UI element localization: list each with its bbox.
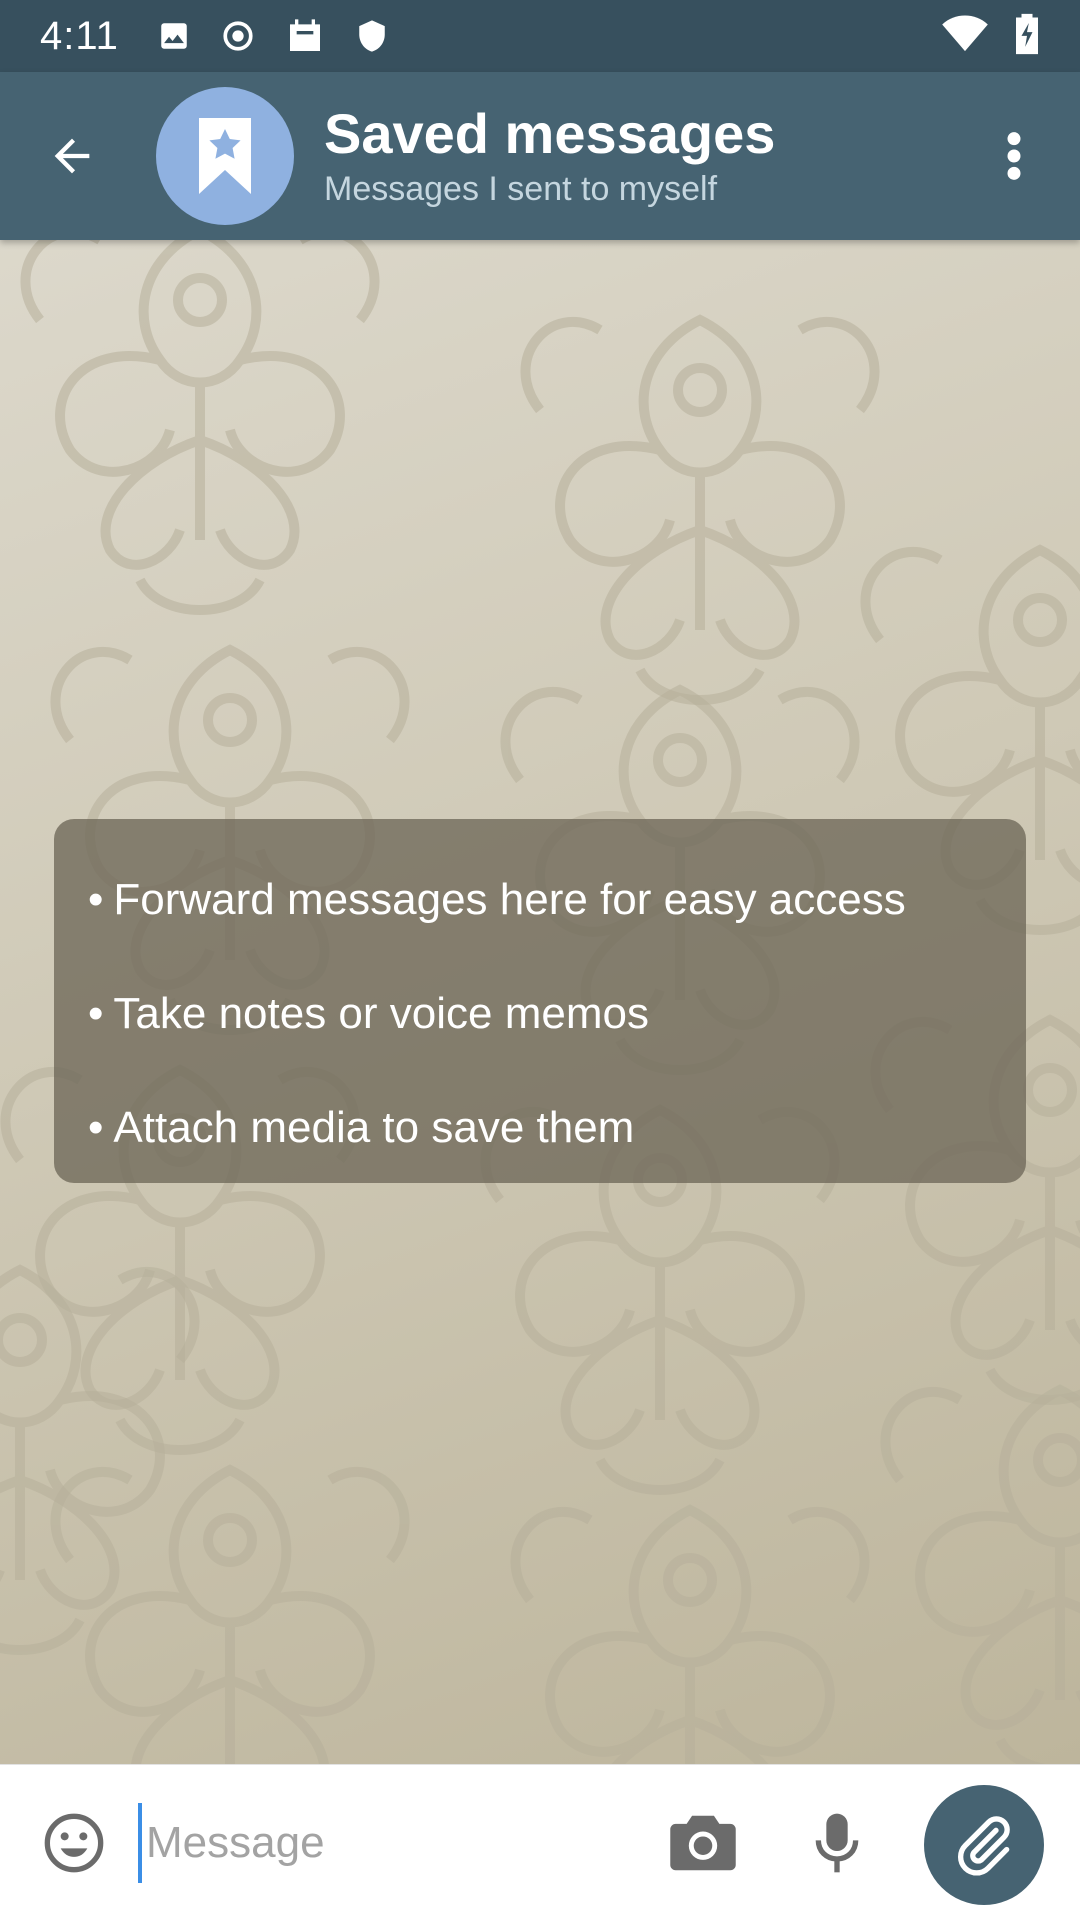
shield-icon: [355, 19, 389, 53]
emoji-button[interactable]: [40, 1809, 108, 1877]
more-options-button[interactable]: [984, 108, 1044, 204]
emoji-icon: [44, 1813, 104, 1872]
back-button[interactable]: [24, 108, 120, 204]
status-time: 4:11: [40, 13, 119, 58]
bookmark-star-icon: [199, 118, 251, 194]
attach-button[interactable]: [924, 1785, 1044, 1905]
message-input[interactable]: [138, 1802, 618, 1883]
info-item: • Take notes or voice memos: [88, 989, 649, 1038]
camera-icon: [670, 1815, 736, 1870]
battery-icon: [1014, 12, 1040, 61]
attach-icon: [957, 1816, 1010, 1876]
chat-area[interactable]: • Forward messages here for easy access •…: [0, 240, 1080, 1764]
more-vert-icon: [1007, 132, 1021, 180]
saved-messages-info-card: • Forward messages here for easy access •…: [54, 819, 1026, 1183]
mic-icon: [815, 1813, 859, 1872]
info-item: • Forward messages here for easy access: [88, 875, 906, 924]
wifi-icon: [942, 15, 988, 58]
voice-message-button[interactable]: [802, 1808, 872, 1878]
calendar-icon: [285, 16, 325, 56]
record-icon: [221, 19, 255, 53]
avatar[interactable]: [156, 87, 294, 225]
chat-subtitle: Messages I sent to myself: [324, 170, 718, 208]
chat-title: Saved messages: [324, 102, 776, 165]
message-composer: [0, 1764, 1080, 1920]
info-item: • Attach media to save them: [88, 1103, 635, 1152]
chat-title-block[interactable]: Saved messages Messages I sent to myself: [324, 101, 775, 211]
chat-toolbar: Saved messages Messages I sent to myself: [0, 72, 1080, 240]
camera-button[interactable]: [668, 1808, 738, 1878]
status-system-icons: [942, 12, 1040, 61]
status-notification-icons: [157, 16, 389, 56]
status-bar: 4:11: [0, 0, 1080, 72]
back-arrow-icon: [54, 138, 90, 174]
image-icon: [157, 19, 191, 53]
